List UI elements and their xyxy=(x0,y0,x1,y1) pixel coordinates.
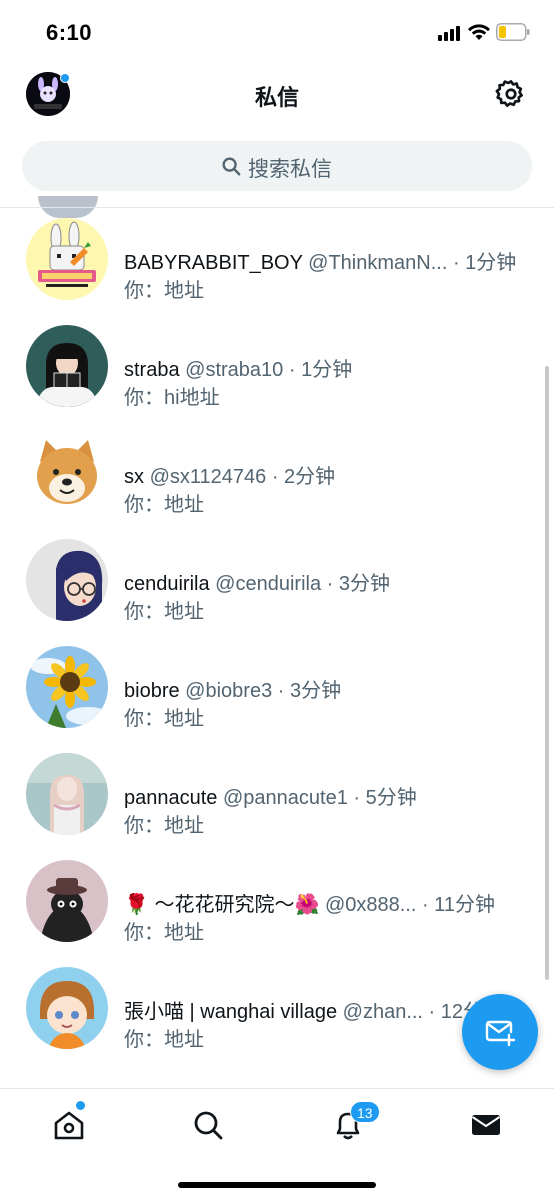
list-item[interactable]: cenduirila @cenduirila · 3分钟 你：地址 xyxy=(0,529,554,635)
home-icon[interactable] xyxy=(51,1107,87,1143)
search-input[interactable]: 搜索私信 xyxy=(22,141,532,191)
list-item[interactable]: BABYRABBIT_BOY @ThinkmanN... · 1分钟 你：地址 xyxy=(0,208,554,314)
conversation-name: biobre xyxy=(124,680,180,702)
conversation-time: · 1分钟 xyxy=(452,252,517,274)
new-message-button[interactable] xyxy=(462,994,538,1070)
conversation-handle: @zhan... xyxy=(342,1001,423,1023)
cellular-signal-icon xyxy=(438,26,460,41)
battery-icon xyxy=(496,23,530,41)
avatar[interactable] xyxy=(26,753,108,835)
conversation-list: BABYRABBIT_BOY @ThinkmanN... · 1分钟 你：地址 … xyxy=(0,208,554,1088)
conversation-time: · 3分钟 xyxy=(277,680,342,702)
list-item[interactable]: sx @sx1124746 · 2分钟 你：地址 xyxy=(0,422,554,528)
conversation-preview: 你：hi地址 xyxy=(124,387,220,409)
status-time: 6:10 xyxy=(46,20,93,45)
conversation-handle: @sx1124746 xyxy=(149,466,267,488)
conversation-name: 🌹 ～花花研究院～🌺 xyxy=(124,894,320,916)
conversation-name: BABYRABBIT_BOY xyxy=(124,252,303,274)
conversation-preview: 你：地址 xyxy=(124,815,204,837)
conversation-name: sx xyxy=(124,466,144,488)
conversation-preview: 你：地址 xyxy=(124,494,204,516)
notification-badge: 13 xyxy=(350,1101,380,1123)
conversation-handle: @ThinkmanN... xyxy=(308,252,448,274)
conversation-handle: @pannacute1 xyxy=(222,787,348,809)
new-message-icon xyxy=(485,1020,516,1047)
page-title: 私信 xyxy=(254,85,299,110)
scrollbar[interactable] xyxy=(545,366,549,980)
conversation-name: straba xyxy=(124,359,180,381)
conversation-handle: @cenduirila xyxy=(215,573,322,595)
avatar[interactable] xyxy=(26,860,108,942)
avatar[interactable] xyxy=(26,218,108,300)
conversation-handle: @biobre3 xyxy=(185,680,273,702)
status-bar: 6:10 xyxy=(0,0,554,64)
header: 私信 xyxy=(0,64,554,128)
avatar[interactable] xyxy=(26,325,108,407)
search-icon xyxy=(222,157,241,176)
list-item[interactable]: pannacute @pannacute1 · 5分钟 你：地址 xyxy=(0,743,554,849)
conversation-handle: @0x888... xyxy=(324,894,417,916)
avatar[interactable] xyxy=(26,646,108,728)
conversation-time: · 3分钟 xyxy=(326,573,390,595)
conversation-preview: 你：地址 xyxy=(124,708,204,730)
conversation-preview: 你：地址 xyxy=(124,280,204,302)
home-indicator xyxy=(178,1182,376,1188)
avatar[interactable] xyxy=(26,432,108,514)
conversation-time: · 2分钟 xyxy=(271,466,336,488)
conversation-preview: 你：地址 xyxy=(124,922,204,944)
conversation-time: · 11分钟 xyxy=(421,894,495,916)
list-item[interactable]: 🌹 ～花花研究院～🌺 @0x888... · 11分钟 你：地址 xyxy=(0,850,554,956)
conversation-time: · 5分钟 xyxy=(353,787,417,809)
conversation-name: 張小喵 | wanghai village xyxy=(124,1001,338,1023)
gear-icon[interactable] xyxy=(495,78,527,110)
conversation-preview: 你：地址 xyxy=(124,601,204,623)
conversation-time: · 1分钟 xyxy=(288,359,353,381)
wifi-icon xyxy=(468,24,490,40)
conversation-name: cenduirila xyxy=(124,573,210,595)
unread-dot xyxy=(76,1101,85,1110)
search-placeholder: 搜索私信 xyxy=(248,158,332,181)
avatar[interactable] xyxy=(26,967,108,1049)
envelope-icon[interactable] xyxy=(468,1107,504,1143)
list-item[interactable]: biobre @biobre3 · 3分钟 你：地址 xyxy=(0,636,554,742)
search-icon[interactable] xyxy=(190,1107,226,1143)
avatar[interactable] xyxy=(26,539,108,621)
conversation-name: pannacute xyxy=(124,787,218,809)
conversation-handle: @straba10 xyxy=(185,359,284,381)
conversation-preview: 你：地址 xyxy=(124,1029,204,1051)
list-item[interactable]: straba @straba10 · 1分钟 你：hi地址 xyxy=(0,315,554,421)
